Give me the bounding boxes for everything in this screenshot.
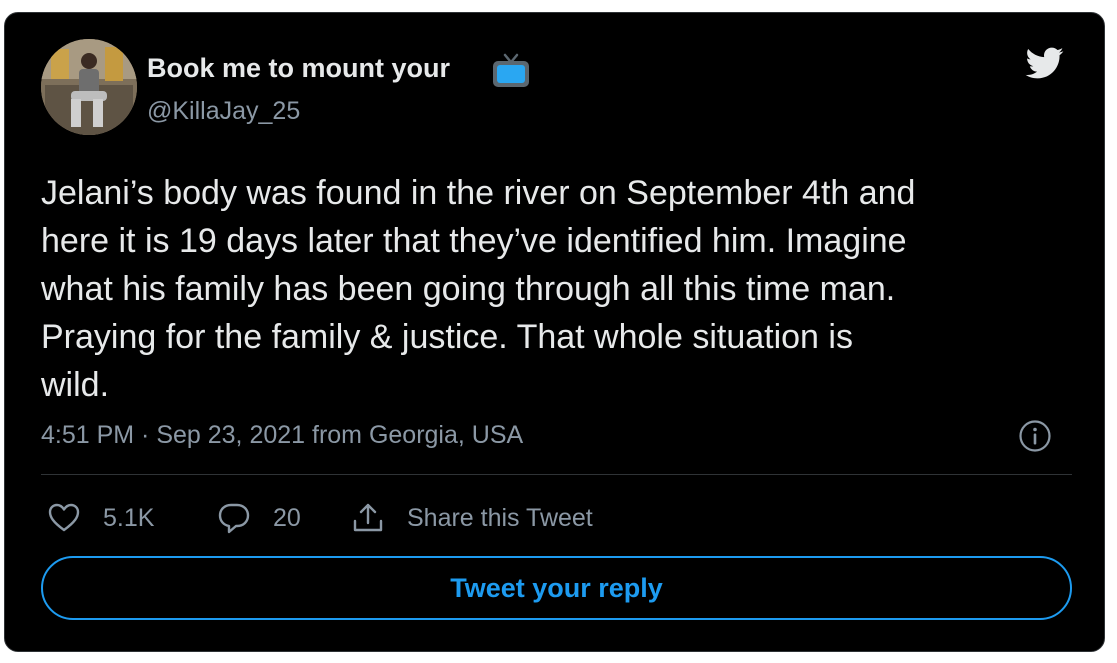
- reply-button-label: Tweet your reply: [450, 572, 663, 603]
- tweet-your-reply-button[interactable]: Tweet your reply: [41, 556, 1072, 620]
- reply-count: 20: [273, 503, 301, 532]
- tweet-timestamp[interactable]: 4:51 PM · Sep 23, 2021 from Georgia, USA: [41, 421, 523, 450]
- twitter-bird-icon[interactable]: [1020, 43, 1068, 83]
- heart-icon: [48, 503, 80, 532]
- share-icon: [353, 503, 383, 532]
- like-button[interactable]: 5.1K: [47, 500, 154, 536]
- info-icon[interactable]: [1018, 419, 1052, 453]
- reply-button[interactable]: 20: [217, 500, 301, 536]
- divider: [41, 474, 1072, 475]
- avatar[interactable]: [41, 39, 137, 135]
- user-handle[interactable]: @KillaJay_25: [147, 97, 300, 126]
- like-count: 5.1K: [103, 503, 155, 532]
- tweet-text: Jelani’s body was found in the river on …: [41, 174, 916, 404]
- share-button[interactable]: Share this Tweet: [351, 500, 593, 536]
- reply-bubble-icon: [218, 503, 250, 534]
- tweet-card: Book me to mount your @KillaJay_25 Jelan…: [4, 12, 1105, 652]
- share-label: Share this Tweet: [407, 503, 593, 532]
- display-name[interactable]: Book me to mount your: [147, 53, 450, 84]
- tv-icon: [493, 53, 529, 87]
- avatar-image: [41, 39, 137, 135]
